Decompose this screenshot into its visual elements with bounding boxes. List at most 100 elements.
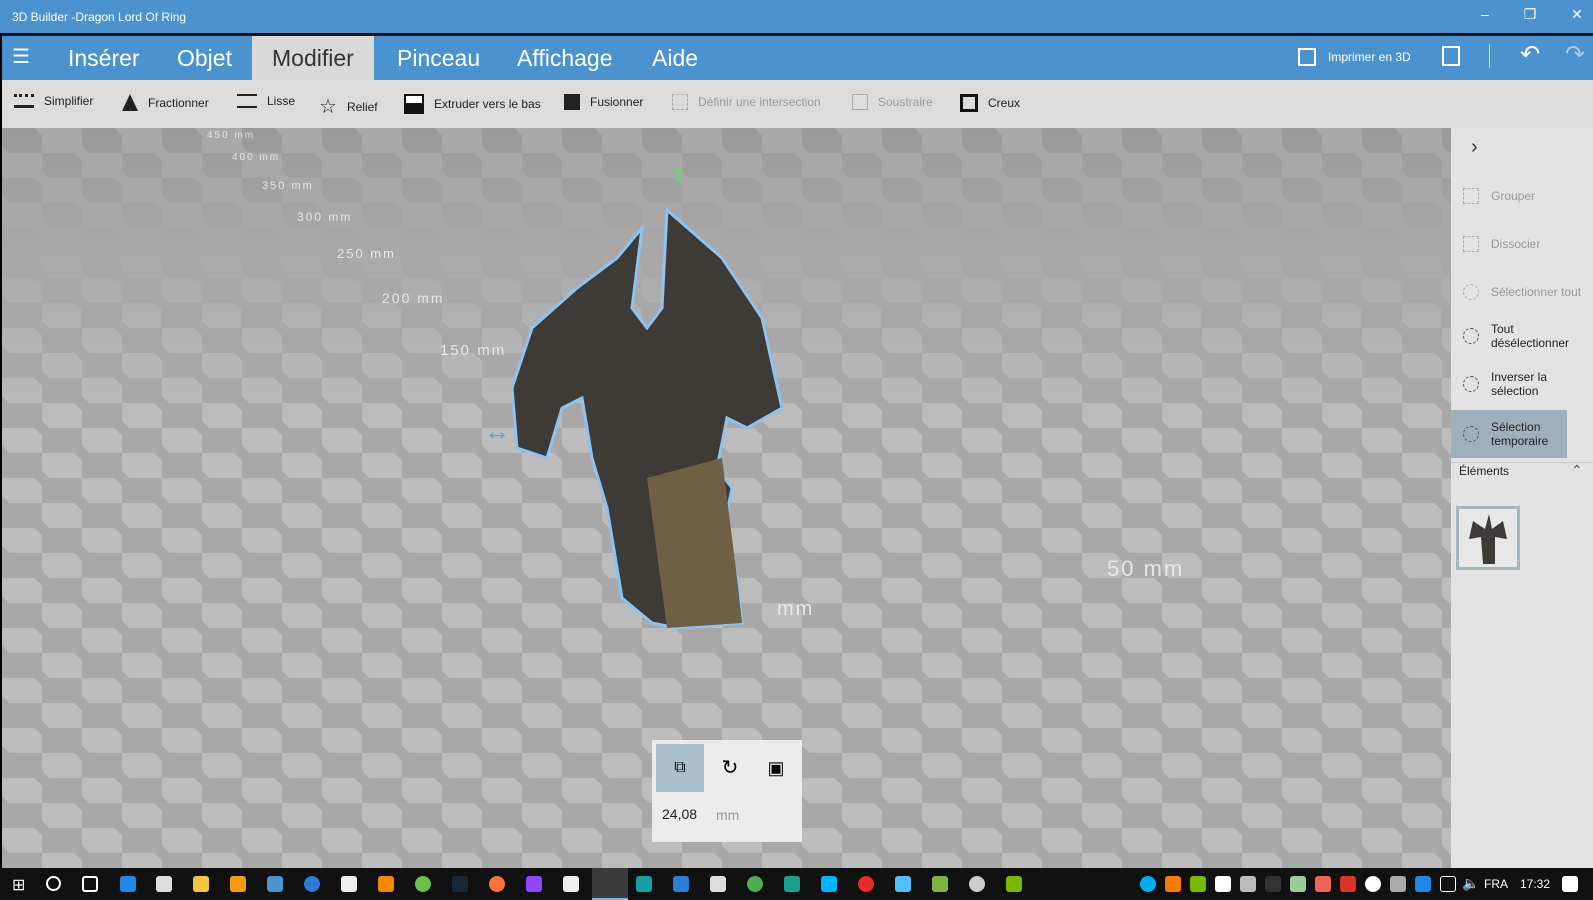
app-icon[interactable] — [895, 876, 911, 892]
invert-selection-icon — [1463, 376, 1479, 392]
split-button[interactable]: Fractionner — [122, 94, 209, 111]
deselect-all-button[interactable]: Tout désélectionner — [1451, 314, 1593, 358]
3d-builder-taskbar-button[interactable] — [592, 868, 628, 900]
chrome-icon[interactable] — [747, 876, 763, 892]
print-3d-button[interactable]: Imprimer en 3D — [1298, 48, 1411, 66]
move-vertical-handle-icon[interactable]: ↕ — [672, 158, 685, 189]
temporary-selection-button[interactable]: Sélection temporaire — [1451, 410, 1567, 458]
app-icon[interactable] — [636, 876, 652, 892]
simplify-button[interactable]: Simplifier — [14, 94, 93, 108]
tab-affichage[interactable]: Affichage — [497, 36, 632, 80]
group-button[interactable]: Grouper — [1451, 180, 1567, 212]
twitch-icon[interactable] — [526, 876, 542, 892]
extrude-down-button[interactable]: Extruder vers le bas — [404, 94, 541, 114]
vlc-icon[interactable] — [378, 876, 394, 892]
clock[interactable]: 17:32 — [1520, 877, 1550, 891]
network-icon[interactable] — [1440, 876, 1456, 892]
panel-label: Dissocier — [1491, 237, 1541, 251]
camera-icon[interactable] — [563, 876, 579, 892]
ungroup-button[interactable]: Dissocier — [1451, 228, 1567, 260]
logitech-tray-icon[interactable] — [1415, 876, 1431, 892]
move-horizontal-handle-icon[interactable]: ↔ — [484, 416, 510, 447]
toolbar: Simplifier Fractionner Lisse ☆ Relief Ext… — [2, 80, 1593, 128]
task-view-icon[interactable] — [82, 876, 98, 892]
windows-start-icon[interactable]: ⊞ — [12, 875, 25, 895]
steam-icon[interactable] — [452, 876, 468, 892]
element-thumbnail[interactable] — [1456, 506, 1520, 570]
dragon-model[interactable] — [482, 158, 802, 658]
tab-inserer[interactable]: Insérer — [48, 36, 160, 80]
extrude-icon — [404, 94, 424, 114]
utorrent-icon[interactable] — [415, 876, 431, 892]
nvidia-tray-icon[interactable] — [1190, 876, 1206, 892]
group-icon — [1463, 188, 1479, 204]
tab-aide[interactable]: Aide — [632, 36, 718, 80]
nvidia-icon[interactable] — [1006, 876, 1022, 892]
printer-3d-icon — [1298, 48, 1316, 66]
app-icon[interactable] — [784, 876, 800, 892]
hamburger-menu-icon[interactable]: ☰ — [12, 44, 30, 69]
app-icon[interactable] — [821, 876, 837, 892]
tab-modifier[interactable]: Modifier — [252, 36, 374, 80]
mail-icon[interactable] — [341, 876, 357, 892]
restore-icon[interactable]: ❐ — [1515, 6, 1545, 23]
save-icon[interactable] — [1442, 46, 1460, 66]
firefox-icon[interactable] — [489, 876, 505, 892]
file-explorer-icon[interactable] — [193, 876, 209, 892]
avast-tray-icon[interactable] — [1165, 876, 1181, 892]
rotate-mode-button[interactable]: ↻ — [708, 744, 752, 792]
move-mode-button[interactable]: ⧉ — [656, 744, 704, 792]
app-icon[interactable] — [304, 876, 320, 892]
drop-tray-icon[interactable] — [1365, 876, 1381, 892]
airplane-tray-icon[interactable] — [1240, 876, 1256, 892]
intersect-button[interactable]: Définir une intersection — [672, 94, 821, 110]
ccleaner-tray-icon[interactable] — [1315, 876, 1331, 892]
volume-icon[interactable]: 🔈 — [1462, 875, 1479, 892]
tab-pinceau[interactable]: Pinceau — [377, 36, 500, 80]
app-icon[interactable] — [969, 876, 985, 892]
emboss-button[interactable]: ☆ Relief — [319, 94, 378, 119]
merge-button[interactable]: Fusionner — [564, 94, 643, 110]
smooth-button[interactable]: Lisse — [237, 94, 295, 108]
merge-icon — [564, 94, 580, 110]
minimize-icon[interactable]: – — [1470, 6, 1500, 22]
subtract-button[interactable]: Soustraire — [852, 94, 933, 110]
app-icon[interactable] — [267, 876, 283, 892]
language-indicator[interactable]: FRA — [1484, 877, 1508, 891]
tool-label: Lisse — [267, 94, 296, 108]
panel-label: Sélectionner tout — [1491, 285, 1582, 299]
app-icon[interactable] — [710, 876, 726, 892]
app-tray-icon[interactable] — [1390, 876, 1406, 892]
panel-label: Inverser la sélection — [1491, 370, 1548, 398]
select-all-button[interactable]: Sélectionner tout — [1451, 276, 1593, 308]
app-icon[interactable] — [673, 876, 689, 892]
defender-tray-icon[interactable] — [1215, 876, 1231, 892]
scale-mode-button[interactable]: ▣ — [754, 744, 798, 792]
store-icon[interactable] — [156, 876, 172, 892]
app-tray-icon[interactable] — [1290, 876, 1306, 892]
transform-box: ⧉ ↻ ▣ 24,08 mm — [652, 740, 802, 842]
hollow-button[interactable]: Creux — [960, 94, 1020, 112]
app-tray-icon[interactable] — [1265, 876, 1281, 892]
invert-selection-button[interactable]: Inverser la sélection — [1451, 362, 1567, 406]
tab-objet[interactable]: Objet — [157, 36, 252, 80]
close-icon[interactable]: ✕ — [1562, 6, 1592, 23]
app-icon[interactable] — [230, 876, 246, 892]
redo-icon[interactable]: ↷ — [1565, 40, 1585, 69]
right-panel: › Grouper Dissocier Sélectionner tout To… — [1451, 128, 1593, 868]
dragon-silhouette — [510, 206, 784, 630]
panel-label: Grouper — [1491, 189, 1536, 203]
app-icon[interactable] — [858, 876, 874, 892]
move-icon: ⧉ — [674, 759, 686, 776]
edge-icon[interactable] — [120, 876, 136, 892]
search-icon[interactable] — [46, 876, 61, 891]
tool-label: Simplifier — [44, 94, 94, 108]
notifications-icon[interactable] — [1562, 876, 1578, 892]
undo-icon[interactable]: ↶ — [1520, 40, 1540, 69]
app-tray-icon[interactable] — [1340, 876, 1356, 892]
dimension-value[interactable]: 24,08 — [662, 806, 697, 822]
chevron-right-icon[interactable]: › — [1471, 136, 1478, 159]
chevron-up-icon[interactable]: ⌃ — [1571, 462, 1583, 479]
app-icon[interactable] — [932, 876, 948, 892]
skype-tray-icon[interactable] — [1140, 876, 1156, 892]
